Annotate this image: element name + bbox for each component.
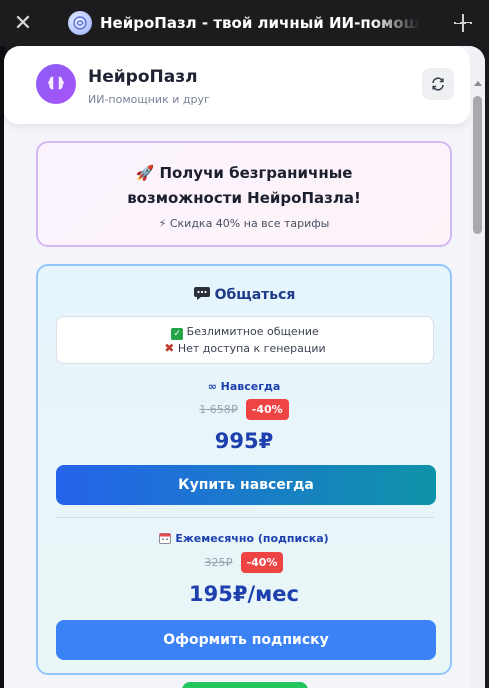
window-title: НейроПазл - твой личный ИИ-помощник [100, 14, 420, 32]
plan-features: ✓ Безлимитное общение ✖ Нет доступа к ге… [56, 316, 434, 364]
period-text: Ежемесячно (подписка) [175, 532, 329, 545]
refresh-icon [432, 77, 444, 91]
app-name: НейроПазл [88, 67, 198, 87]
old-price-row: 325₽ -40% [38, 552, 450, 573]
plan-title: Общаться [38, 286, 450, 305]
subscribe-button[interactable]: Оформить подписку [56, 620, 436, 660]
plan-card-chat: Общаться ✓ Безлимитное общение ✖ Нет дос… [36, 264, 452, 675]
buy-forever-button[interactable]: Купить навсегда [56, 465, 436, 505]
feature-text: Безлимитное общение [186, 325, 319, 338]
scroll-up-icon[interactable] [470, 76, 485, 90]
divider [56, 517, 434, 518]
mini-app-panel: НейроПазл ИИ-помощник и друг 🚀 Получи бе… [4, 46, 485, 688]
feature-item: ✖ Нет доступа к генерации [57, 340, 433, 357]
close-button[interactable]: ✕ [0, 0, 46, 46]
expand-icon[interactable] [451, 11, 475, 35]
scrollbar-thumb[interactable] [473, 96, 482, 234]
old-price: 1 658₽ [199, 403, 238, 416]
calendar-icon [159, 532, 172, 547]
refresh-button[interactable] [422, 68, 454, 100]
app-subtitle: ИИ-помощник и друг [88, 93, 210, 106]
discount-badge: -40% [245, 399, 289, 420]
price-forever: 995₽ [214, 429, 274, 453]
cross-icon: ✖ [164, 341, 175, 355]
period-label-monthly: Ежемесячно (подписка) [38, 532, 450, 547]
brain-logo-icon [36, 64, 76, 104]
old-price-row: 1 658₽ -40% [38, 399, 450, 420]
speech-bubble-icon [193, 286, 211, 305]
old-price: 325₽ [204, 556, 233, 569]
next-plan-button[interactable] [182, 682, 308, 688]
promo-title: 🚀 Получи безграничные возможности НейроП… [38, 161, 450, 211]
titlebar: ✕ НейроПазл - твой личный ИИ-помощник [0, 0, 489, 46]
discount-badge: -40% [240, 552, 284, 573]
app-header: НейроПазл ИИ-помощник и друг [4, 46, 470, 124]
plan-name: Общаться [214, 287, 296, 303]
checkmark-icon: ✓ [171, 328, 184, 340]
period-label-forever: ∞ Навсегда [207, 380, 281, 393]
promo-subtitle: ⚡ Скидка 40% на все тарифы [158, 217, 330, 230]
feature-item: ✓ Безлимитное общение [57, 324, 433, 340]
feature-text: Нет доступа к генерации [177, 342, 326, 355]
promo-title-text: 🚀 Получи безграничные возможности НейроП… [127, 164, 361, 207]
promo-banner: 🚀 Получи безграничные возможности НейроП… [36, 141, 452, 247]
app-avatar-icon [68, 11, 92, 35]
price-monthly: 195₽/мес [189, 582, 299, 606]
